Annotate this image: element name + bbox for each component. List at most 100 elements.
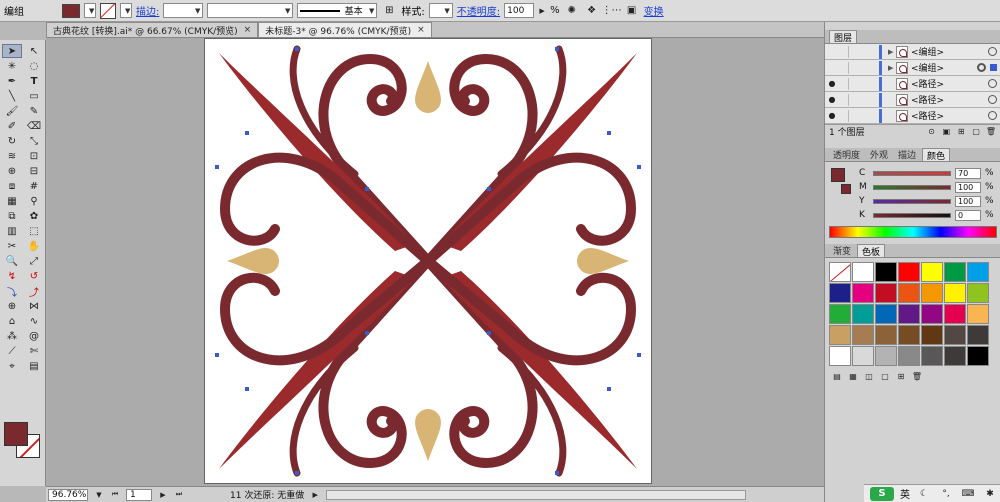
layer-name[interactable]: <路径> bbox=[911, 93, 988, 106]
cyan-value[interactable]: 70 bbox=[955, 167, 981, 179]
black-slider[interactable] bbox=[873, 212, 951, 218]
swatch-none[interactable] bbox=[829, 262, 851, 282]
tab-appearance[interactable]: 外观 bbox=[866, 148, 892, 161]
transform-link[interactable]: 变换 bbox=[644, 3, 664, 18]
tab-transparency[interactable]: 透明度 bbox=[829, 148, 864, 161]
locate-object-icon[interactable]: ⊙ bbox=[926, 126, 938, 138]
target-icon[interactable] bbox=[988, 111, 997, 120]
color-swatch[interactable] bbox=[898, 346, 920, 366]
pencil-tool-icon[interactable]: ✎ bbox=[24, 104, 44, 118]
tab-gradient[interactable]: 渐变 bbox=[829, 244, 855, 257]
target-icon[interactable] bbox=[988, 95, 997, 104]
black-value[interactable]: 0 bbox=[955, 209, 981, 221]
color-spectrum-bar[interactable] bbox=[829, 226, 997, 238]
fill-swatch[interactable] bbox=[62, 3, 80, 18]
layer-row[interactable]: ● <路径> bbox=[825, 108, 1000, 124]
color-swatch[interactable] bbox=[921, 346, 943, 366]
crosshair-tool-icon[interactable]: ⊕ bbox=[2, 299, 22, 313]
last-artboard-icon[interactable]: ⏭ bbox=[174, 487, 184, 502]
fill-dropdown[interactable]: ▼ bbox=[84, 3, 96, 18]
paintbrush-tool-icon[interactable]: 🖌 bbox=[2, 104, 22, 118]
swatch-options-icon[interactable]: ◫ bbox=[863, 370, 875, 382]
scissors-tool-icon[interactable]: ✄ bbox=[24, 344, 44, 358]
delete-swatch-icon[interactable]: 🗑 bbox=[911, 370, 923, 382]
live-paint-tool-icon[interactable]: ⊟ bbox=[24, 164, 44, 178]
distribute-icon[interactable]: ⋮⋯ bbox=[602, 3, 622, 19]
color-swatch[interactable] bbox=[944, 325, 966, 345]
cyan-slider[interactable] bbox=[873, 170, 951, 176]
target-icon[interactable] bbox=[977, 63, 986, 72]
eyedropper-tool-icon[interactable]: ⚲ bbox=[24, 194, 44, 208]
show-kinds-icon[interactable]: ▦ bbox=[847, 370, 859, 382]
curvature-tool-icon[interactable]: ↺ bbox=[24, 269, 44, 283]
color-fill-stroke[interactable] bbox=[825, 162, 855, 218]
color-swatch[interactable] bbox=[829, 325, 851, 345]
color-swatch[interactable] bbox=[829, 346, 851, 366]
color-swatch[interactable] bbox=[852, 262, 874, 282]
lock-toggle[interactable] bbox=[839, 61, 849, 74]
lock-toggle[interactable] bbox=[839, 93, 849, 106]
stroke-none-icon[interactable] bbox=[100, 2, 116, 19]
eye-icon[interactable]: ● bbox=[825, 111, 839, 120]
wrinkle-tool-icon[interactable]: ∿ bbox=[24, 314, 44, 328]
color-swatch[interactable] bbox=[875, 304, 897, 324]
graphic-style-icon[interactable]: ⊞ bbox=[381, 3, 397, 19]
artboard[interactable] bbox=[204, 38, 652, 484]
color-swatch[interactable] bbox=[967, 304, 989, 324]
blob-brush-tool-icon[interactable]: ✐ bbox=[2, 119, 22, 133]
eraser-tool-icon[interactable]: ⌫ bbox=[24, 119, 44, 133]
type-tool-icon[interactable]: T bbox=[24, 74, 44, 88]
artboard-tool-icon[interactable]: ⬚ bbox=[24, 224, 44, 238]
artboard-number-field[interactable]: 1 bbox=[126, 488, 152, 501]
opacity-link[interactable]: 不透明度: bbox=[457, 3, 500, 18]
pen-tool-icon[interactable]: ✒ bbox=[2, 74, 22, 88]
color-swatch[interactable] bbox=[921, 304, 943, 324]
column-graph-tool-icon[interactable]: ▥ bbox=[2, 224, 22, 238]
knife-tool-icon[interactable]: ⟋ bbox=[2, 344, 22, 358]
selection-tool-icon[interactable]: ➤ bbox=[2, 44, 22, 58]
ime-language[interactable]: 英 bbox=[900, 486, 910, 501]
fill-swatch-small[interactable] bbox=[831, 168, 845, 182]
color-swatch[interactable] bbox=[852, 304, 874, 324]
zoom-field[interactable]: 96.76% bbox=[48, 488, 88, 501]
swatch-library-icon[interactable]: ▤ bbox=[831, 370, 843, 382]
color-swatch[interactable] bbox=[898, 304, 920, 324]
color-swatch[interactable] bbox=[944, 262, 966, 282]
color-swatch[interactable] bbox=[852, 283, 874, 303]
join-tool-icon[interactable]: ⤵ bbox=[2, 284, 22, 299]
lock-toggle[interactable] bbox=[839, 77, 849, 90]
color-swatch[interactable] bbox=[921, 262, 943, 282]
layer-name[interactable]: <路径> bbox=[911, 77, 988, 90]
layer-row[interactable]: ▶ <编组> bbox=[825, 44, 1000, 60]
opacity-field[interactable]: 100 bbox=[504, 3, 535, 18]
path-tool-icon[interactable]: ↯ bbox=[2, 269, 22, 283]
new-color-group-icon[interactable]: ▢ bbox=[879, 370, 891, 382]
shape-builder-tool-icon[interactable]: ⊕ bbox=[2, 164, 22, 178]
fill-color-box[interactable] bbox=[4, 422, 28, 446]
warp-tool-icon[interactable]: ≋ bbox=[2, 149, 22, 163]
variable-width-dropdown[interactable]: ▼ bbox=[207, 3, 294, 18]
isolate-icon[interactable]: ▣ bbox=[624, 3, 640, 19]
tab-layers[interactable]: 图层 bbox=[829, 30, 858, 44]
magic-wand-tool-icon[interactable]: ✳ bbox=[2, 59, 22, 73]
layer-name[interactable]: <编组> bbox=[911, 45, 988, 58]
color-swatch[interactable] bbox=[852, 346, 874, 366]
color-swatch[interactable] bbox=[898, 283, 920, 303]
color-swatch[interactable] bbox=[944, 304, 966, 324]
new-swatch-icon[interactable]: ⊞ bbox=[895, 370, 907, 382]
color-swatch[interactable] bbox=[967, 262, 989, 282]
target-icon[interactable] bbox=[988, 79, 997, 88]
color-swatch[interactable] bbox=[967, 325, 989, 345]
lasso-tool-icon[interactable]: ◌ bbox=[24, 59, 44, 73]
direct-selection-tool-icon[interactable]: ↖ bbox=[24, 44, 44, 58]
symbol-sprayer-tool-icon[interactable]: ✿ bbox=[24, 209, 44, 223]
close-icon[interactable]: × bbox=[244, 25, 252, 35]
color-swatch[interactable] bbox=[852, 325, 874, 345]
color-swatch[interactable] bbox=[944, 346, 966, 366]
color-swatch[interactable] bbox=[944, 283, 966, 303]
fill-stroke-indicator[interactable] bbox=[4, 422, 44, 462]
tab-stroke[interactable]: 描边 bbox=[894, 148, 920, 161]
horizontal-scrollbar[interactable] bbox=[326, 489, 747, 500]
new-layer-icon[interactable]: ▢ bbox=[970, 126, 982, 138]
moon-icon[interactable]: ☾ bbox=[916, 486, 932, 502]
